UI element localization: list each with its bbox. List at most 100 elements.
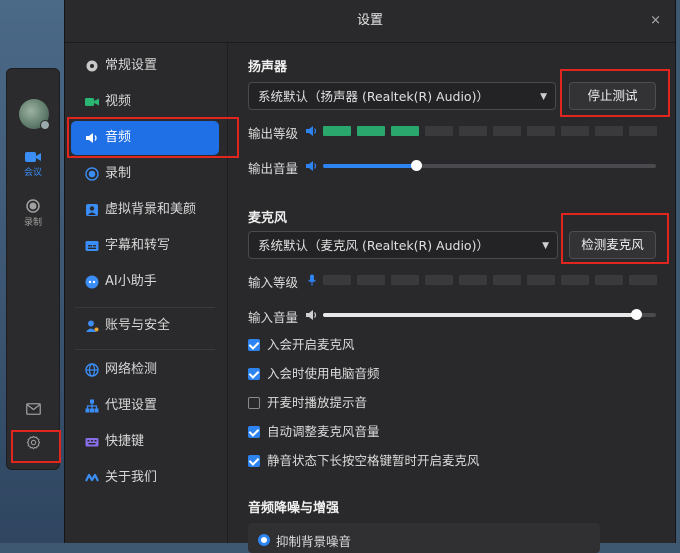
microphone-icon <box>308 274 316 286</box>
option-checkbox[interactable]: 入会开启麦克风 <box>248 336 355 354</box>
nav-item-label: 代理设置 <box>105 398 158 413</box>
option-label: 自动调整麦克风音量 <box>267 424 380 439</box>
level-segment <box>493 126 521 136</box>
input-volume-fill <box>323 313 637 317</box>
nav-item-label: 视频 <box>105 94 132 109</box>
nav-item-label: 网络检测 <box>105 362 158 377</box>
speaker-section-title: 扬声器 <box>248 60 288 75</box>
video-camera-icon <box>25 152 41 162</box>
nav-item-proxy[interactable]: 代理设置 <box>71 389 219 423</box>
level-segment <box>459 126 487 136</box>
volume-icon[interactable] <box>306 309 318 321</box>
mail-icon <box>25 403 41 415</box>
output-volume-knob[interactable] <box>411 160 423 171</box>
nav-item-about[interactable]: 关于我们 <box>71 461 219 495</box>
rail-item-mail[interactable] <box>7 403 59 417</box>
nav-item-label: 关于我们 <box>105 470 158 485</box>
nav-item-label: 常规设置 <box>105 58 158 73</box>
option-checkbox[interactable]: 开麦时播放提示音 <box>248 394 367 412</box>
nav-item-label: 字幕和转写 <box>105 238 171 253</box>
input-volume-label: 输入音量 <box>248 310 299 325</box>
option-checkbox[interactable]: 自动调整麦克风音量 <box>248 423 380 441</box>
nav-item-general[interactable]: 常规设置 <box>71 49 219 83</box>
nav-divider <box>75 349 215 350</box>
enhance-section-title: 音频降噪与增强 <box>248 501 340 516</box>
level-segment <box>323 275 351 285</box>
highlight-settings-gear <box>11 430 61 463</box>
ai-assistant-icon <box>85 275 99 289</box>
noise-suppression-radio[interactable]: 抑制背景噪音 <box>258 531 351 550</box>
input-volume-slider[interactable] <box>323 309 656 320</box>
nav-item-label: 账号与安全 <box>105 318 171 333</box>
speaker-icon <box>306 126 317 136</box>
portrait-icon <box>86 204 98 216</box>
mic-section-title: 麦克风 <box>248 211 288 226</box>
nav-item-label: 虚拟背景和美颜 <box>105 202 197 217</box>
captions-icon <box>85 241 99 251</box>
checkbox-checked-icon[interactable] <box>248 339 260 351</box>
nav-item-virtual-background[interactable]: 虚拟背景和美颜 <box>71 193 219 227</box>
app-sidebar: 会议 录制 <box>6 68 60 470</box>
keyboard-icon <box>85 438 99 447</box>
chevron-down-icon: ▼ <box>540 92 547 102</box>
audio-settings-pane: 扬声器 系统默认（扬声器 (Realtek(R) Audio)） ▼ 停止测试 … <box>228 43 674 553</box>
level-segment <box>561 126 589 136</box>
output-volume-slider[interactable] <box>323 160 656 171</box>
window-title: 设置 <box>65 0 675 43</box>
avatar[interactable] <box>19 99 50 130</box>
mic-device-select[interactable]: 系统默认（麦克风 (Realtek(R) Audio)） ▼ <box>248 231 558 259</box>
nav-item-account-security[interactable]: 账号与安全 <box>71 309 219 343</box>
chevron-down-icon: ▼ <box>542 241 549 251</box>
logo-icon <box>85 473 99 482</box>
level-segment <box>595 275 623 285</box>
checkbox-checked-icon[interactable] <box>248 368 260 380</box>
nav-item-label: 快捷键 <box>105 434 145 449</box>
option-label: 入会时使用电脑音频 <box>267 366 380 381</box>
speaker-device-select[interactable]: 系统默认（扬声器 (Realtek(R) Audio)） ▼ <box>248 82 556 110</box>
noise-suppression-label: 抑制背景噪音 <box>276 534 352 549</box>
input-volume-knob[interactable] <box>631 309 643 320</box>
volume-icon[interactable] <box>306 160 318 172</box>
rail-item-record-label: 录制 <box>23 218 42 228</box>
nav-item-ai-assistant[interactable]: AI小助手 <box>71 265 219 299</box>
highlight-test-mic <box>561 213 669 264</box>
rail-item-meeting-label: 会议 <box>23 168 42 178</box>
radio-selected-icon <box>258 534 270 546</box>
video-icon <box>85 98 99 106</box>
record-icon <box>26 199 40 213</box>
checkbox-checked-icon[interactable] <box>248 426 260 438</box>
output-level-label: 输出等级 <box>248 126 299 141</box>
rail-item-meeting[interactable]: 会议 <box>7 151 59 178</box>
gear-icon <box>86 60 98 72</box>
checkbox-checked-icon[interactable] <box>248 455 260 467</box>
mic-device-value: 系统默认（麦克风 (Realtek(R) Audio)） <box>258 238 489 253</box>
level-segment <box>493 275 521 285</box>
level-segment <box>629 275 657 285</box>
level-segment <box>357 126 385 136</box>
option-label: 静音状态下长按空格键暂时开启麦克风 <box>267 453 480 468</box>
output-volume-label: 输出音量 <box>248 161 299 176</box>
speaker-device-value: 系统默认（扬声器 (Realtek(R) Audio)） <box>258 89 489 104</box>
level-segment <box>629 126 657 136</box>
input-level-meter <box>323 275 657 285</box>
level-segment <box>323 126 351 136</box>
option-label: 开麦时播放提示音 <box>267 395 368 410</box>
level-segment <box>425 275 453 285</box>
level-segment <box>527 275 555 285</box>
nav-item-record[interactable]: 录制 <box>71 157 219 191</box>
option-checkbox[interactable]: 静音状态下长按空格键暂时开启麦克风 <box>248 452 480 470</box>
record-icon <box>85 167 99 181</box>
close-button[interactable]: × <box>650 0 661 42</box>
rail-item-record[interactable]: 录制 <box>7 199 59 228</box>
level-segment <box>425 126 453 136</box>
level-segment <box>527 126 555 136</box>
nav-item-captions[interactable]: 字幕和转写 <box>71 229 219 263</box>
nav-item-network-check[interactable]: 网络检测 <box>71 353 219 387</box>
checkbox-unchecked-icon[interactable] <box>248 397 260 409</box>
level-segment <box>459 275 487 285</box>
nav-item-video[interactable]: 视频 <box>71 85 219 119</box>
globe-icon <box>85 363 99 377</box>
option-checkbox[interactable]: 入会时使用电脑音频 <box>248 365 380 383</box>
highlight-audio-tab <box>67 117 239 158</box>
nav-item-shortcuts[interactable]: 快捷键 <box>71 425 219 459</box>
